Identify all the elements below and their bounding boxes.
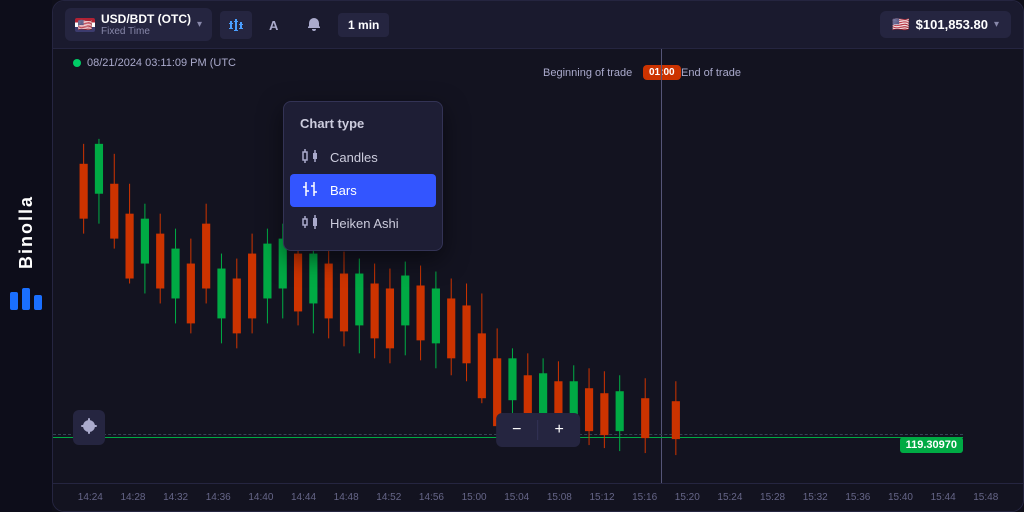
beginning-of-trade-label: Beginning of trade [543,67,632,79]
candles-label: Candles [330,150,378,165]
currency-pair-selector[interactable]: 🇺🇸 USD/BDT (OTC) Fixed Time ▾ [65,8,212,41]
settings-button[interactable] [73,410,105,445]
currency-flag: 🇺🇸 [75,18,95,32]
dropdown-item-candles[interactable]: Candles [284,141,442,174]
left-sidebar: Binolla [0,0,52,512]
text-tool-button[interactable]: A [260,12,290,38]
timestamp-label: 08/21/2024 03:11:09 PM (UTC [87,57,236,69]
chevron-down-icon: ▾ [197,19,202,30]
time-label-14: 15:20 [666,492,709,503]
brand-name: Binolla [16,195,37,269]
chart-type-dropdown: Chart type Candles [283,101,443,251]
time-label-9: 15:00 [453,492,496,503]
time-label-13: 15:16 [623,492,666,503]
app-container: Binolla 🇺🇸 USD/BDT (OTC) Fixed Time ▾ [0,0,1024,512]
toolbar: 🇺🇸 USD/BDT (OTC) Fixed Time ▾ [53,1,1023,49]
balance-display[interactable]: 🇺🇸 $101,853.80 ▾ [880,11,1011,38]
chart-area: 08/21/2024 03:11:09 PM (UTC Beginning of… [53,49,1023,483]
time-label-3: 14:36 [197,492,240,503]
bars-icon [300,182,320,199]
time-label-4: 14:40 [240,492,283,503]
balance-flag-icon: 🇺🇸 [892,16,909,33]
trade-timer-badge: 01:00 [643,65,681,80]
balance-chevron-icon: ▾ [994,19,999,30]
time-label-11: 15:08 [538,492,581,503]
svg-text:A: A [269,18,279,32]
time-label-2: 14:32 [154,492,197,503]
time-label-19: 15:40 [879,492,922,503]
dropdown-item-heiken-ashi[interactable]: Heiken Ashi [284,207,442,240]
time-label-15: 15:24 [709,492,752,503]
bars-label: Bars [330,183,357,198]
balance-amount: $101,853.80 [916,17,988,32]
timestamp-bar: 08/21/2024 03:11:09 PM (UTC [73,57,236,69]
dropdown-title: Chart type [284,112,442,141]
live-indicator [73,59,81,67]
time-label-1: 14:28 [112,492,155,503]
time-interval-button[interactable]: 1 min [338,13,389,37]
time-label-18: 15:36 [837,492,880,503]
trade-type-label: Fixed Time [101,26,191,37]
time-label-21: 15:48 [964,492,1007,503]
time-label-5: 14:44 [282,492,325,503]
end-of-trade-label: End of trade [681,67,741,79]
time-label-6: 14:48 [325,492,368,503]
time-axis: 14:24 14:28 14:32 14:36 14:40 14:44 14:4… [53,483,1023,511]
brand-icon [10,285,42,317]
zoom-out-button[interactable]: − [496,413,537,447]
zoom-in-button[interactable]: + [539,413,580,447]
heiken-ashi-icon [300,215,320,232]
currency-pair-label: USD/BDT (OTC) [101,12,191,26]
chart-type-button[interactable] [220,11,252,39]
time-label-0: 14:24 [69,492,112,503]
time-label-8: 14:56 [410,492,453,503]
time-label-16: 15:28 [751,492,794,503]
time-label-17: 15:32 [794,492,837,503]
zoom-controls: − + [496,413,580,447]
time-label-20: 15:44 [922,492,965,503]
candles-icon [300,149,320,166]
main-chart-area: 🇺🇸 USD/BDT (OTC) Fixed Time ▾ [52,0,1024,512]
time-label-12: 15:12 [581,492,624,503]
heiken-ashi-label: Heiken Ashi [330,216,399,231]
dropdown-item-bars[interactable]: Bars [290,174,436,207]
time-label-10: 15:04 [495,492,538,503]
time-label-7: 14:52 [367,492,410,503]
alert-button[interactable] [298,11,330,39]
